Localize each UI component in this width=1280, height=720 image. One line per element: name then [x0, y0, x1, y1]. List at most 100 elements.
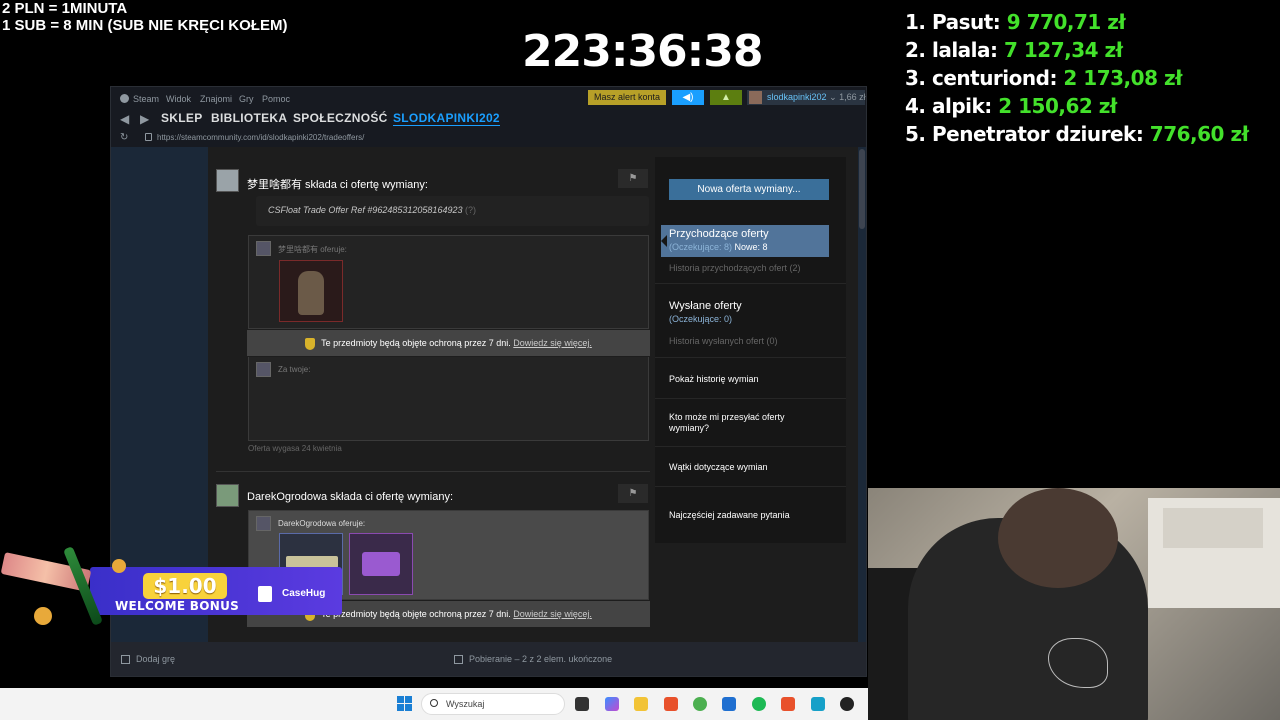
menu-help[interactable]: Pomoc [262, 94, 290, 104]
scrollbar[interactable] [858, 147, 866, 642]
faq-link[interactable]: Najczęściej zadawane pytania [669, 510, 819, 521]
page-url[interactable]: https://steamcommunity.com/id/slodkapink… [157, 133, 364, 142]
donor-amount: 9 770,71 zł [1006, 10, 1126, 34]
notifications-button[interactable]: ▲ [710, 90, 742, 105]
divider [216, 471, 650, 472]
trade-sidebar: Nowa oferta wymiany... Przychodzące ofer… [655, 157, 846, 543]
app-icon[interactable] [811, 697, 825, 711]
brave-icon[interactable] [781, 697, 795, 711]
flag-icon: ⚑ [628, 173, 638, 184]
status-bar: Dodaj grę Pobieranie – 2 z 2 elem. ukońc… [111, 642, 866, 676]
tab-profile[interactable]: SLODKAPINKI202 [393, 111, 500, 126]
divider [655, 357, 846, 358]
coin-icon [112, 559, 126, 573]
menu-bar: Steam Widok Znajomi Gry Pomoc Masz alert… [111, 87, 866, 109]
menu-games[interactable]: Gry [239, 94, 254, 104]
incoming-counts: (Oczekujące: 8) Nowe: 8 [669, 242, 768, 252]
chrome-icon[interactable] [693, 697, 707, 711]
rate-line-2: 1 SUB = 8 MIN (SUB NIE KRĘCI KOŁEM) [2, 17, 288, 34]
url-bar: ↻ https://steamcommunity.com/id/slodkapi… [111, 129, 866, 147]
casehug-logo-icon [258, 586, 272, 602]
downloads-label: Pobieranie – 2 z 2 elem. ukończone [469, 654, 613, 664]
protection-text: Te przedmioty będą objęte ochroną przez … [321, 609, 514, 619]
message-help[interactable]: (?) [465, 205, 476, 215]
new-trade-offer-button[interactable]: Nowa oferta wymiany... [669, 179, 829, 200]
obs-icon[interactable] [840, 697, 854, 711]
offer-header: DarekOgrodowa składa ci ofertę wymiany: [247, 491, 454, 503]
donor-name: 5. Penetrator dziurek: [905, 122, 1150, 146]
promo-bonus-text: WELCOME BONUS [115, 599, 240, 613]
brave-icon[interactable] [664, 697, 678, 711]
tab-community[interactable]: SPOŁECZNOŚĆ [293, 111, 388, 125]
tab-store[interactable]: SKLEP [161, 111, 203, 125]
item-slot[interactable] [349, 533, 413, 595]
tab-library[interactable]: BIBLIOTEKA [211, 111, 287, 125]
taskbar-search[interactable]: Wyszukaj [421, 693, 565, 715]
trade-offer: 梦里啥都有 składa ci ofertę wymiany: ⚑ CSFloa… [216, 169, 650, 472]
menu-steam[interactable]: Steam [133, 94, 159, 104]
search-placeholder: Wyszukaj [446, 699, 485, 709]
leaderboard-row: 4. alpik: 2 150,62 zł [905, 92, 1249, 120]
store-icon[interactable] [722, 697, 736, 711]
nav-bar: ◀ ▶ SKLEP BIBLIOTEKA SPOŁECZNOŚĆ SLODKAP… [111, 109, 866, 129]
back-arrow-icon[interactable]: ◀ [120, 112, 129, 126]
streamer-head [998, 488, 1118, 588]
item-slot[interactable] [279, 260, 343, 322]
message-text: CSFloat Trade Offer Ref #962485312058164… [268, 205, 463, 215]
trade-history-link[interactable]: Pokaż historię wymian [669, 374, 819, 385]
kitchen-shelf [1163, 508, 1263, 548]
add-game-label: Dodaj grę [136, 654, 176, 664]
incoming-new: Nowe: 8 [734, 242, 768, 252]
spotify-icon[interactable] [752, 697, 766, 711]
report-flag-button[interactable]: ⚑ [618, 484, 648, 503]
broadcast-button[interactable]: ◀) [672, 90, 704, 105]
avatar [256, 241, 271, 256]
reload-icon[interactable]: ↻ [120, 132, 128, 143]
offer-header: 梦里啥都有 składa ci ofertę wymiany: [247, 179, 428, 191]
menu-friends[interactable]: Znajomi [200, 94, 232, 104]
forward-arrow-icon[interactable]: ▶ [140, 112, 149, 126]
menu-view[interactable]: Widok [166, 94, 191, 104]
avatar[interactable] [216, 484, 239, 507]
windows-start-icon[interactable] [397, 696, 413, 712]
avatar[interactable] [216, 169, 239, 192]
donor-name: 2. lalala: [905, 38, 1004, 62]
sent-history-link[interactable]: Historia wysłanych ofert (0) [669, 336, 778, 346]
scrollbar-thumb[interactable] [859, 149, 865, 229]
incoming-history-link[interactable]: Historia przychodzących ofert (2) [669, 263, 801, 273]
incoming-offers-selected[interactable]: Przychodzące oferty (Oczekujące: 8) Nowe… [661, 225, 829, 257]
account-menu[interactable]: slodkapinki202 ⌄ 1,66 zł [747, 90, 866, 105]
task-view-icon[interactable] [575, 697, 589, 711]
offers-label: 梦里啥都有 oferuje: [278, 245, 347, 254]
copilot-icon[interactable] [605, 697, 619, 711]
who-can-send-link[interactable]: Kto może mi przesyłać oferty wymiany? [669, 412, 819, 434]
protection-text: Te przedmioty będą objęte ochroną przez … [321, 338, 514, 348]
leaderboard-row: 2. lalala: 7 127,34 zł [905, 36, 1249, 64]
learn-more-link[interactable]: Dowiedz się więcej. [513, 338, 592, 348]
donor-amount: 7 127,34 zł [1004, 38, 1123, 62]
sent-offers-title[interactable]: Wysłane oferty [669, 300, 742, 312]
offers-label: DarekOgrodowa oferuje: [278, 519, 366, 528]
streamer [908, 488, 1148, 720]
coin-icon [34, 607, 52, 625]
incoming-pending: (Oczekujące: 8) [669, 242, 733, 252]
leaderboard-row: 1. Pasut: 9 770,71 zł [905, 8, 1249, 36]
wallet-balance: 1,66 zł [839, 92, 866, 102]
agent-item-icon [298, 271, 324, 315]
learn-more-link[interactable]: Dowiedz się więcej. [513, 609, 592, 619]
taskbar: Wyszukaj [0, 688, 868, 720]
donor-name: 3. centuriond: [905, 66, 1064, 90]
divider [655, 446, 846, 447]
account-alert-button[interactable]: Masz alert konta [588, 90, 666, 105]
trade-threads-link[interactable]: Wątki dotyczące wymian [669, 462, 819, 473]
account-username: slodkapinki202 [767, 92, 827, 102]
search-icon [430, 699, 438, 707]
report-flag-button[interactable]: ⚑ [618, 169, 648, 188]
promo-amount: $1.00 [143, 573, 227, 599]
selection-arrow-icon [661, 235, 667, 247]
add-game-button[interactable]: Dodaj grę [121, 654, 176, 665]
for-you-label: Za twoje: [278, 365, 311, 374]
file-explorer-icon[interactable] [634, 697, 648, 711]
divider [655, 486, 846, 487]
downloads-status[interactable]: Pobieranie – 2 z 2 elem. ukończone [454, 654, 613, 665]
